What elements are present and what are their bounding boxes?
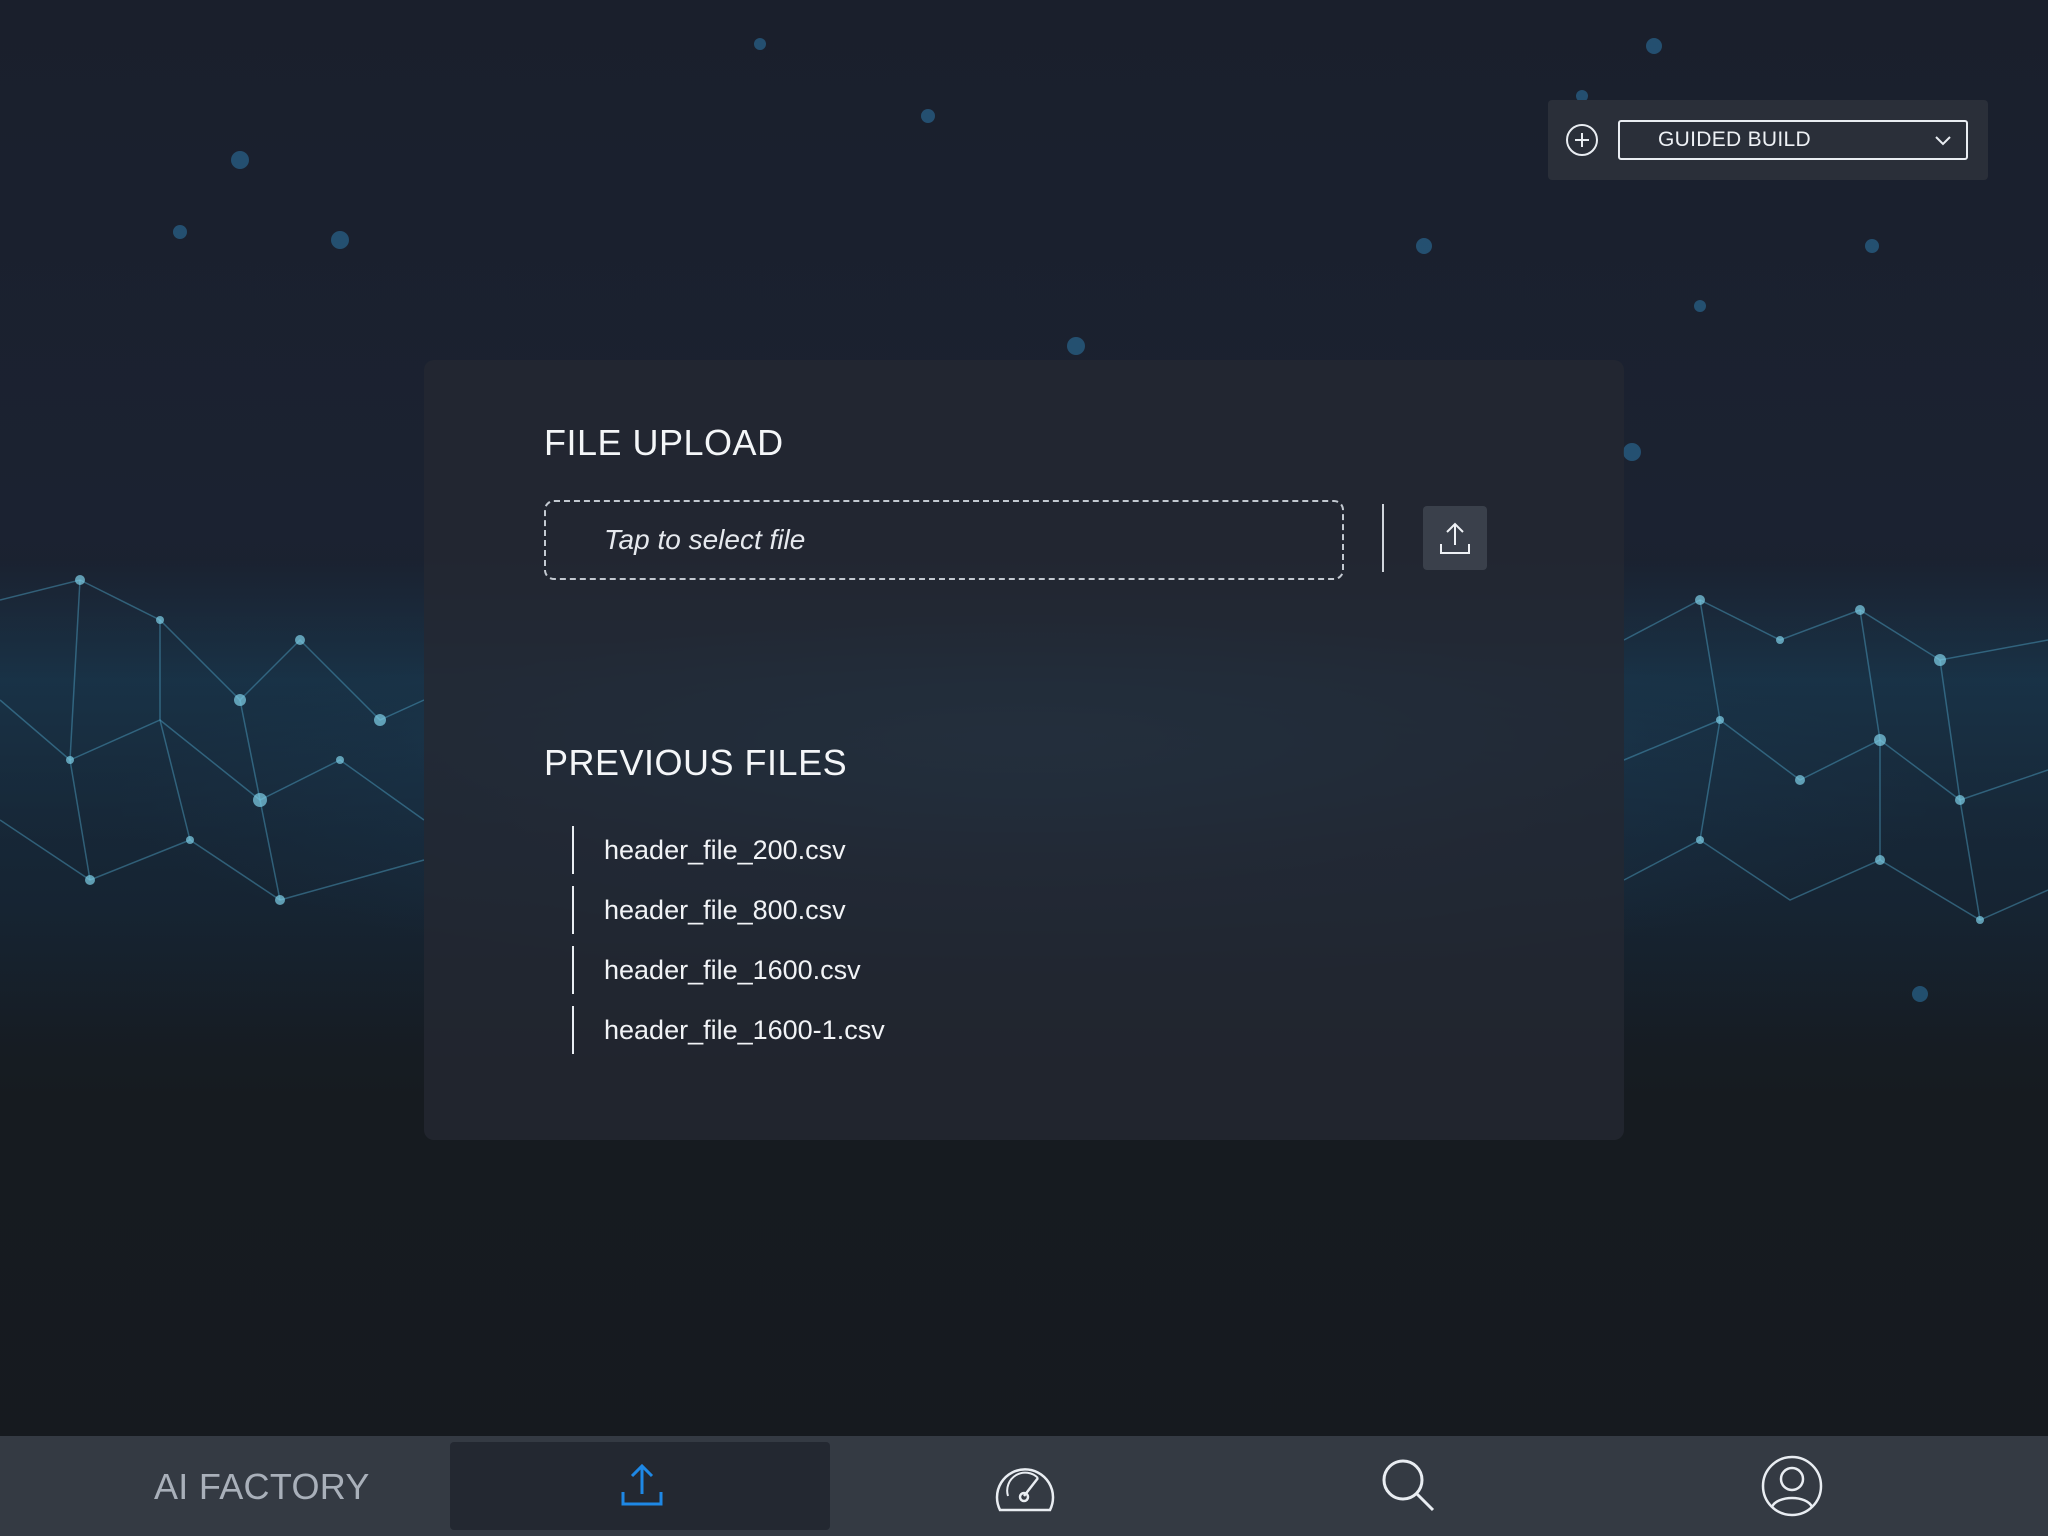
previous-files-list: header_file_200.csv header_file_800.csv …	[572, 820, 885, 1060]
mode-select-value: GUIDED BUILD	[1658, 128, 1811, 151]
list-item-marker	[572, 946, 574, 994]
previous-files-title: PREVIOUS FILES	[544, 742, 848, 783]
upload-icon	[1440, 522, 1470, 554]
upload-card: FILE UPLOAD Tap to select file PREVIOUS …	[424, 360, 1624, 1140]
file-select-dropzone[interactable]: Tap to select file	[544, 500, 1344, 580]
file-name: header_file_1600-1.csv	[604, 1014, 885, 1045]
brand-label: AI FACTORY	[154, 1466, 370, 1507]
list-item[interactable]: header_file_1600.csv	[572, 940, 885, 1000]
list-item-marker	[572, 886, 574, 934]
upload-button[interactable]	[1423, 506, 1487, 570]
mode-select[interactable]: GUIDED BUILD	[1618, 120, 1968, 160]
list-item-marker	[572, 826, 574, 874]
divider	[1382, 504, 1384, 572]
file-name: header_file_800.csv	[604, 894, 846, 925]
nav-upload-button[interactable]	[450, 1442, 830, 1530]
list-item-marker	[572, 1006, 574, 1054]
gauge-icon	[995, 1468, 1055, 1512]
file-name: header_file_1600.csv	[604, 954, 861, 985]
search-icon	[1382, 1459, 1435, 1512]
list-item[interactable]: header_file_1600-1.csv	[572, 1000, 885, 1060]
nav-gauge-button[interactable]	[960, 1442, 1090, 1530]
chevron-down-icon	[1935, 136, 1951, 146]
list-item[interactable]: header_file_800.csv	[572, 880, 885, 940]
nav-profile-button[interactable]	[1728, 1442, 1858, 1530]
plus-circle-icon[interactable]	[1566, 124, 1598, 156]
file-name: header_file_200.csv	[604, 834, 846, 865]
nav-search-button[interactable]	[1345, 1442, 1475, 1530]
user-icon	[1761, 1455, 1823, 1517]
bottom-nav: AI FACTORY	[0, 1436, 2048, 1536]
upload-icon	[621, 1463, 663, 1506]
file-upload-title: FILE UPLOAD	[544, 422, 784, 463]
list-item[interactable]: header_file_200.csv	[572, 820, 885, 880]
mode-panel: GUIDED BUILD	[1548, 100, 1988, 180]
file-select-placeholder: Tap to select file	[604, 524, 806, 555]
